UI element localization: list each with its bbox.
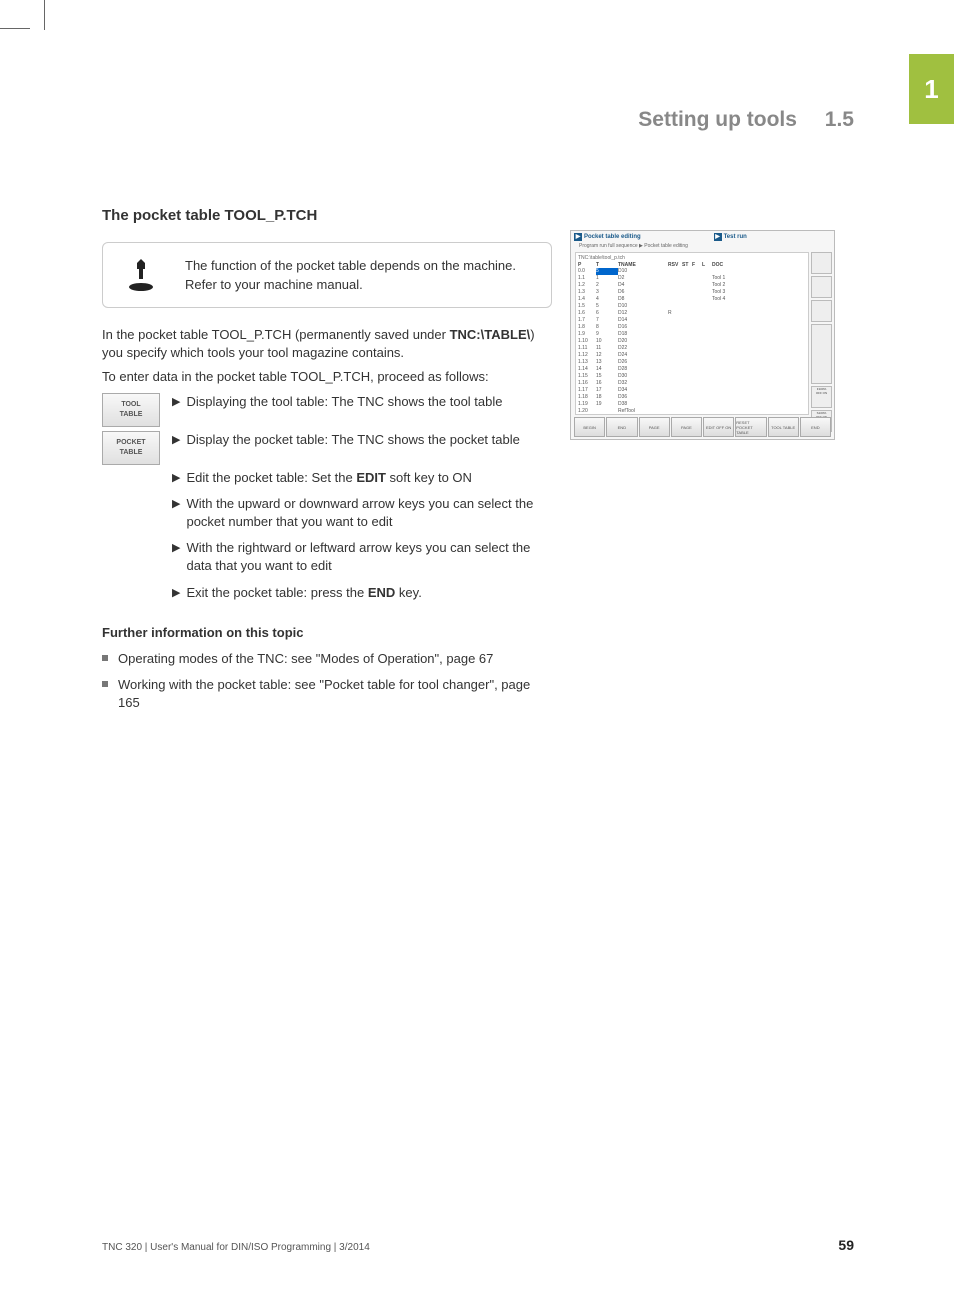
table-row[interactable]: 1.1212D24 xyxy=(578,352,806,359)
step-3: ▶ Edit the pocket table: Set the EDIT so… xyxy=(172,469,552,487)
ss-softkey-pageup[interactable]: PAGE xyxy=(639,417,670,437)
ss-softkey-tooltbl[interactable]: TOOL TABLE xyxy=(768,417,799,437)
ss-side-panel xyxy=(811,324,832,384)
ss-softkey-bar: BEGIN END PAGE PAGE EDIT OFF ON RESET PO… xyxy=(571,415,834,439)
further-heading: Further information on this topic xyxy=(102,624,552,642)
machine-icon xyxy=(115,253,167,297)
page-footer: TNC 320 | User's Manual for DIN/ISO Prog… xyxy=(102,1237,854,1253)
ss-softkey-pagedn[interactable]: PAGE xyxy=(671,417,702,437)
chapter-tab: 1 xyxy=(909,54,954,124)
header-title: Setting up tools xyxy=(638,108,797,131)
ss-softkey-end[interactable]: END xyxy=(606,417,637,437)
ss-path: TNC:\table\tool_p.tch xyxy=(578,255,806,261)
header-section-num: 1.5 xyxy=(825,108,854,131)
ss-softkey-begin[interactable]: BEGIN xyxy=(574,417,605,437)
triangle-icon: ▶ xyxy=(172,395,180,411)
tnc-screenshot: ▶ Pocket table editing ▶ Test run Progra… xyxy=(570,230,835,440)
bullet-1: Operating modes of the TNC: see "Modes o… xyxy=(102,650,552,668)
table-row[interactable]: 1.88D16 xyxy=(578,324,806,331)
softkey-tool-table[interactable]: TOOL TABLE xyxy=(102,393,160,427)
ss-breadcrumb: Program run full sequence ▶ Pocket table… xyxy=(571,242,834,250)
step-row-2: POCKET TABLE ▶ Display the pocket table:… xyxy=(102,431,552,465)
table-row[interactable]: 1.33D6Tool 3 xyxy=(578,289,806,296)
step-2: ▶ Display the pocket table: The TNC show… xyxy=(172,431,552,449)
chapter-number: 1 xyxy=(924,74,938,105)
table-row[interactable]: 1.1313D26 xyxy=(578,359,806,366)
table-row[interactable]: 1.1010D20 xyxy=(578,338,806,345)
table-row[interactable]: 1.77D14 xyxy=(578,317,806,324)
table-row[interactable]: 0.05D10 xyxy=(578,268,806,275)
para-intro: In the pocket table TOOL_P.TCH (permanen… xyxy=(102,326,552,362)
ss-side-icon[interactable] xyxy=(811,252,832,274)
table-row[interactable]: 1.1515D30 xyxy=(578,373,806,380)
info-text: The function of the pocket table depends… xyxy=(185,253,539,295)
ss-table-area: TNC:\table\tool_p.tch P T TNAME RSV ST F… xyxy=(575,252,809,415)
section-heading: The pocket table TOOL_P.TCH xyxy=(102,205,552,226)
running-header: Setting up tools 1.5 xyxy=(638,108,854,132)
step-4: ▶ With the upward or downward arrow keys… xyxy=(172,495,552,531)
table-row[interactable]: 1.20RefTool xyxy=(578,408,806,415)
softkey-pocket-table[interactable]: POCKET TABLE xyxy=(102,431,160,465)
arrow-right-icon: ▶ xyxy=(714,233,722,241)
table-row[interactable]: 1.11D2Tool 1 xyxy=(578,275,806,282)
table-row[interactable]: 1.55D10 xyxy=(578,303,806,310)
triangle-icon: ▶ xyxy=(172,433,180,449)
triangle-icon: ▶ xyxy=(172,471,180,487)
ss-side-icon[interactable] xyxy=(811,300,832,322)
para-proceed: To enter data in the pocket table TOOL_P… xyxy=(102,368,552,386)
bullet-2: Working with the pocket table: see "Pock… xyxy=(102,676,552,712)
table-row[interactable]: 1.1616D32 xyxy=(578,380,806,387)
step-6: ▶ Exit the pocket table: press the END k… xyxy=(172,584,552,602)
ss-title-sec: ▶ Test run xyxy=(711,231,812,242)
footer-text: TNC 320 | User's Manual for DIN/ISO Prog… xyxy=(102,1242,370,1253)
square-bullet-icon xyxy=(102,655,108,661)
ss-title-main: ▶ Pocket table editing xyxy=(571,231,711,242)
step-row-1: TOOL TABLE ▶ Displaying the tool table: … xyxy=(102,393,552,427)
crop-marks xyxy=(0,0,954,50)
arrow-right-icon: ▶ xyxy=(574,233,582,241)
step-1: ▶ Displaying the tool table: The TNC sho… xyxy=(172,393,552,411)
info-box: The function of the pocket table depends… xyxy=(102,242,552,308)
table-row[interactable]: 1.44D8Tool 4 xyxy=(578,296,806,303)
ss-sidebar: F100%OFF ON S100%OFF ON xyxy=(810,250,834,415)
ss-softkey-reset[interactable]: RESET POCKET TABLE xyxy=(735,417,766,437)
table-row[interactable]: 1.1717D34 xyxy=(578,387,806,394)
table-row[interactable]: 1.22D4Tool 2 xyxy=(578,282,806,289)
triangle-icon: ▶ xyxy=(172,586,180,602)
page-number: 59 xyxy=(838,1237,854,1253)
square-bullet-icon xyxy=(102,681,108,687)
main-content: The pocket table TOOL_P.TCH The function… xyxy=(102,205,552,720)
table-row[interactable]: 1.1111D22 xyxy=(578,345,806,352)
triangle-icon: ▶ xyxy=(172,497,180,531)
step-row-rest: ▶ Edit the pocket table: Set the EDIT so… xyxy=(102,469,552,610)
ss-side-icon[interactable] xyxy=(811,276,832,298)
table-row[interactable]: 1.99D18 xyxy=(578,331,806,338)
table-row[interactable]: 1.1414D28 xyxy=(578,366,806,373)
table-row[interactable]: 1.1818D36 xyxy=(578,394,806,401)
ss-feed-override[interactable]: F100%OFF ON xyxy=(811,386,832,408)
ss-softkey-end2[interactable]: END xyxy=(800,417,831,437)
triangle-icon: ▶ xyxy=(172,541,180,575)
table-row[interactable]: 1.1919D38 xyxy=(578,401,806,408)
step-5: ▶ With the rightward or leftward arrow k… xyxy=(172,539,552,575)
ss-softkey-edit[interactable]: EDIT OFF ON xyxy=(703,417,734,437)
table-row[interactable]: 1.66D12R xyxy=(578,310,806,317)
